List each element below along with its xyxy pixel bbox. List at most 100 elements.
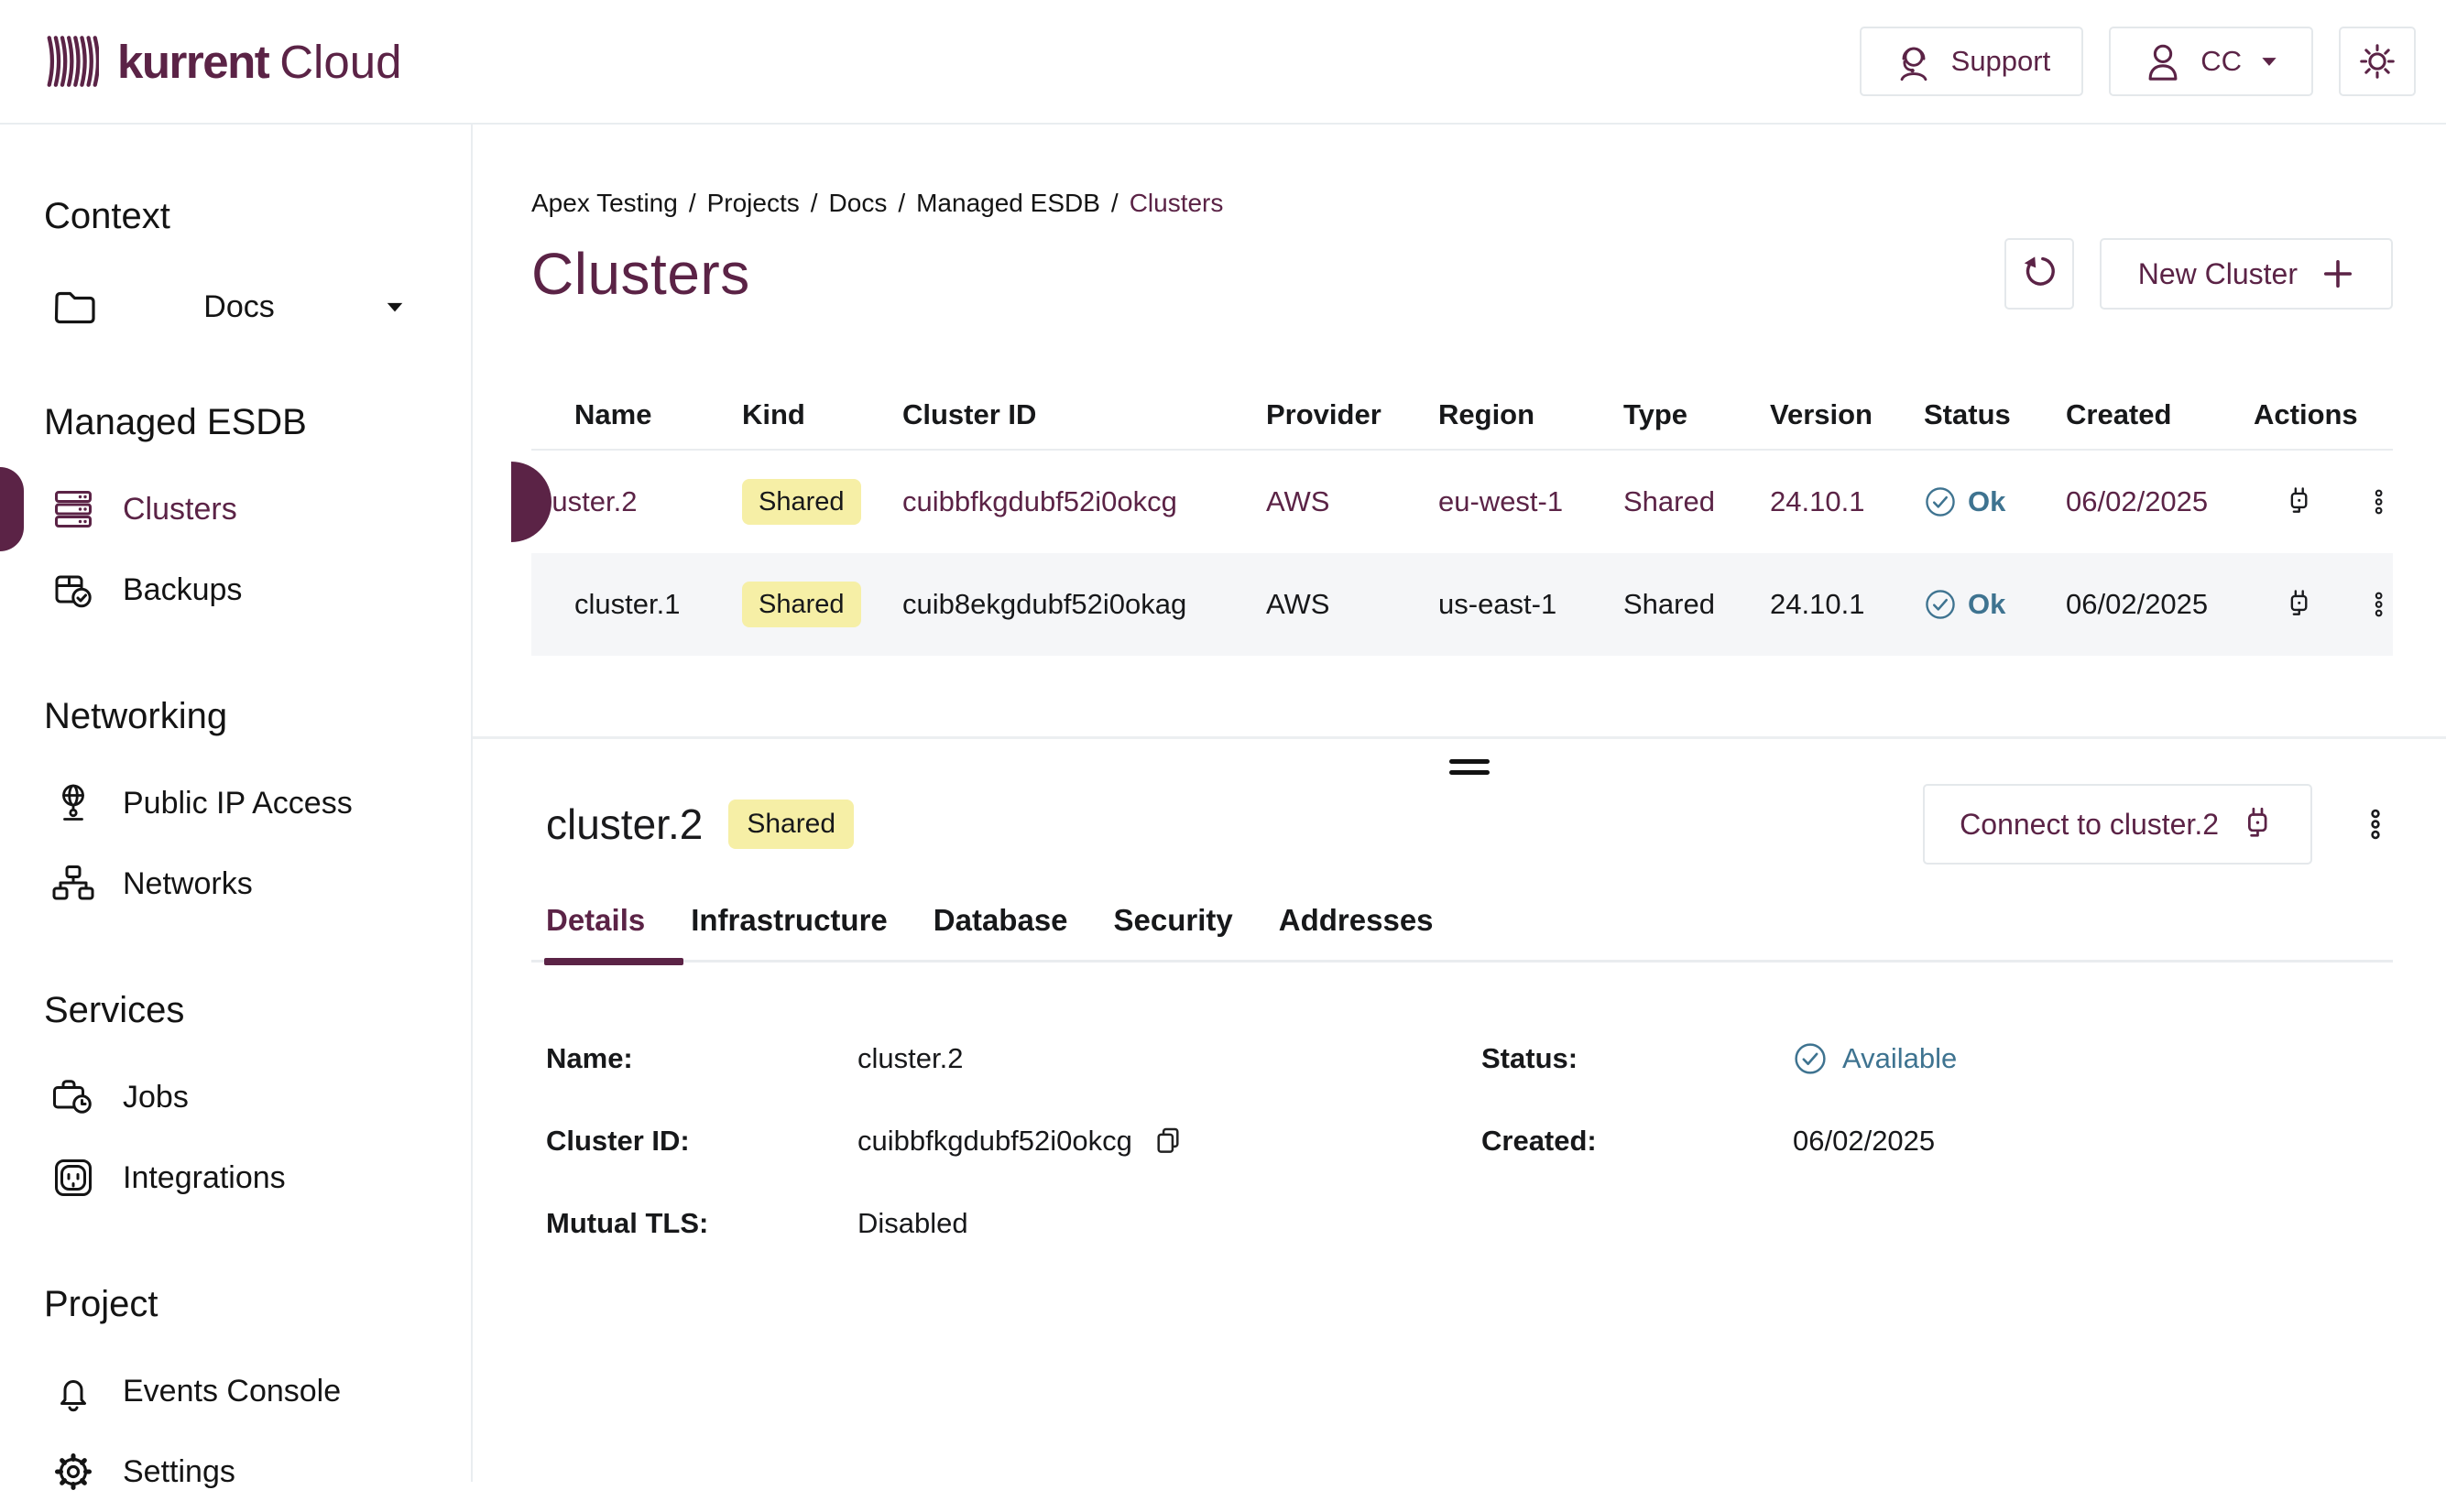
bell-icon	[51, 1369, 95, 1413]
sidebar-heading: Managed ESDB	[0, 402, 471, 443]
table-header-row: Name Kind Cluster ID Provider Region Typ…	[531, 381, 2393, 451]
kebab-icon[interactable]	[2358, 807, 2393, 842]
power-outlet-icon	[51, 1156, 95, 1200]
detail-tabs: Details Infrastructure Database Security…	[546, 903, 2393, 938]
breadcrumb-separator: /	[811, 189, 818, 218]
tab-security[interactable]: Security	[1114, 903, 1233, 938]
field-value-created: 06/02/2025	[1793, 1125, 1935, 1158]
kurrent-waves-icon	[44, 27, 99, 95]
rotate-ccw-icon	[2020, 255, 2058, 293]
tab-database[interactable]: Database	[934, 903, 1068, 938]
status-badge: Ok	[1968, 485, 2005, 518]
page-title: Clusters	[531, 240, 750, 308]
cell-type: Shared	[1623, 588, 1770, 621]
selected-row-indicator	[511, 462, 551, 542]
breadcrumb: Apex Testing / Projects / Docs / Managed…	[531, 189, 2393, 218]
copy-icon[interactable]	[1152, 1126, 1184, 1157]
caret-down-icon	[383, 295, 407, 319]
field-label-cluster-id: Cluster ID:	[546, 1125, 857, 1158]
sidebar-item-jobs[interactable]: Jobs	[0, 1057, 471, 1137]
context-selector[interactable]: Docs	[0, 277, 471, 336]
detail-kind-badge: Shared	[728, 800, 854, 849]
sidebar-item-label: Jobs	[123, 1080, 189, 1115]
status-badge: Ok	[1968, 588, 2005, 621]
account-button[interactable]: CC	[2109, 27, 2313, 96]
theme-toggle-button[interactable]	[2339, 27, 2416, 96]
sidebar-item-clusters[interactable]: Clusters	[0, 469, 471, 549]
table-row-cluster-2[interactable]: cluster.2 Shared cuibbfkgdubf52i0okcg AW…	[531, 451, 2393, 553]
brand-logo[interactable]: kurrent Cloud	[44, 27, 401, 95]
new-cluster-button[interactable]: New Cluster	[2100, 238, 2393, 310]
sidebar-item-public-ip-access[interactable]: Public IP Access	[0, 763, 471, 843]
kebab-icon[interactable]	[2364, 588, 2393, 621]
support-label: Support	[1951, 45, 2051, 78]
breadcrumb-item[interactable]: Docs	[829, 189, 888, 218]
sidebar-item-label: Networks	[123, 866, 253, 902]
column-header-cluster-id: Cluster ID	[902, 398, 1266, 431]
topbar: kurrent Cloud Support CC	[0, 0, 2446, 125]
column-header-region: Region	[1438, 398, 1623, 431]
brand-name: kurrent	[117, 35, 268, 89]
sidebar-item-integrations[interactable]: Integrations	[0, 1137, 471, 1218]
cell-version: 24.10.1	[1770, 588, 1924, 621]
sidebar-item-events-console[interactable]: Events Console	[0, 1351, 471, 1431]
sidebar-item-networks[interactable]: Networks	[0, 843, 471, 924]
sun-icon	[2356, 40, 2398, 82]
panel-drag-handle[interactable]	[1449, 759, 1490, 775]
breadcrumb-item[interactable]: Apex Testing	[531, 189, 678, 218]
field-label-name: Name:	[546, 1042, 857, 1075]
cell-name: cluster.1	[531, 588, 742, 621]
sidebar-item-label: Clusters	[123, 492, 237, 528]
column-header-created: Created	[2066, 398, 2254, 431]
context-selector-value: Docs	[95, 289, 383, 325]
breadcrumb-separator: /	[898, 189, 905, 218]
tab-divider	[531, 960, 2393, 963]
column-header-name: Name	[531, 398, 742, 431]
sidebar-heading-context: Context	[0, 196, 471, 237]
kurrent-cloud-app: kurrent Cloud Support CC	[0, 0, 2446, 1482]
support-button[interactable]: Support	[1860, 27, 2084, 96]
kebab-icon[interactable]	[2364, 485, 2393, 518]
check-circle-icon	[1793, 1041, 1828, 1076]
detail-title: cluster.2	[546, 800, 703, 849]
sidebar-section-project: Project Events Console	[0, 1284, 471, 1512]
table-row-cluster-1[interactable]: cluster.1 Shared cuib8ekgdubf52i0okag AW…	[531, 553, 2393, 656]
field-value-mutual-tls: Disabled	[857, 1207, 968, 1240]
breadcrumb-item[interactable]: Managed ESDB	[916, 189, 1100, 218]
breadcrumb-separator: /	[689, 189, 696, 218]
panel-divider	[473, 736, 2446, 739]
plug-icon[interactable]	[2283, 484, 2315, 520]
refresh-button[interactable]	[2004, 238, 2074, 310]
breadcrumb-current: Clusters	[1130, 189, 1224, 218]
check-circle-icon	[1924, 485, 1957, 518]
main-frame: Context Docs Managed ESDB	[0, 125, 2446, 1482]
cell-name: cluster.2	[531, 485, 742, 518]
cell-created: 06/02/2025	[2066, 588, 2254, 621]
sidebar-item-label: Settings	[123, 1454, 235, 1490]
breadcrumb-item[interactable]: Projects	[707, 189, 800, 218]
cell-cluster-id: cuib8ekgdubf52i0okag	[902, 588, 1266, 621]
sidebar-item-label: Integrations	[123, 1160, 286, 1196]
tab-infrastructure[interactable]: Infrastructure	[691, 903, 888, 938]
gear-icon	[51, 1450, 95, 1494]
column-header-kind: Kind	[742, 398, 902, 431]
column-header-provider: Provider	[1266, 398, 1438, 431]
network-tree-icon	[51, 862, 95, 906]
plug-icon[interactable]	[2283, 586, 2315, 623]
briefcase-clock-icon	[51, 1075, 95, 1119]
kind-badge: Shared	[742, 479, 861, 526]
field-label-status: Status:	[1481, 1042, 1793, 1075]
cell-cluster-id: cuibbfkgdubf52i0okcg	[902, 485, 1266, 518]
topbar-actions: Support CC	[1860, 27, 2416, 96]
caret-down-icon	[2258, 50, 2280, 72]
sidebar-item-settings[interactable]: Settings	[0, 1431, 471, 1512]
tab-details[interactable]: Details	[546, 903, 645, 938]
sidebar-item-backups[interactable]: Backups	[0, 549, 471, 630]
cell-created: 06/02/2025	[2066, 485, 2254, 518]
field-value-name: cluster.2	[857, 1042, 963, 1075]
tab-addresses[interactable]: Addresses	[1279, 903, 1434, 938]
active-tab-underline	[544, 958, 683, 965]
connect-button[interactable]: Connect to cluster.2	[1923, 784, 2312, 865]
sidebar-heading: Services	[0, 990, 471, 1031]
sidebar: Context Docs Managed ESDB	[0, 125, 473, 1482]
